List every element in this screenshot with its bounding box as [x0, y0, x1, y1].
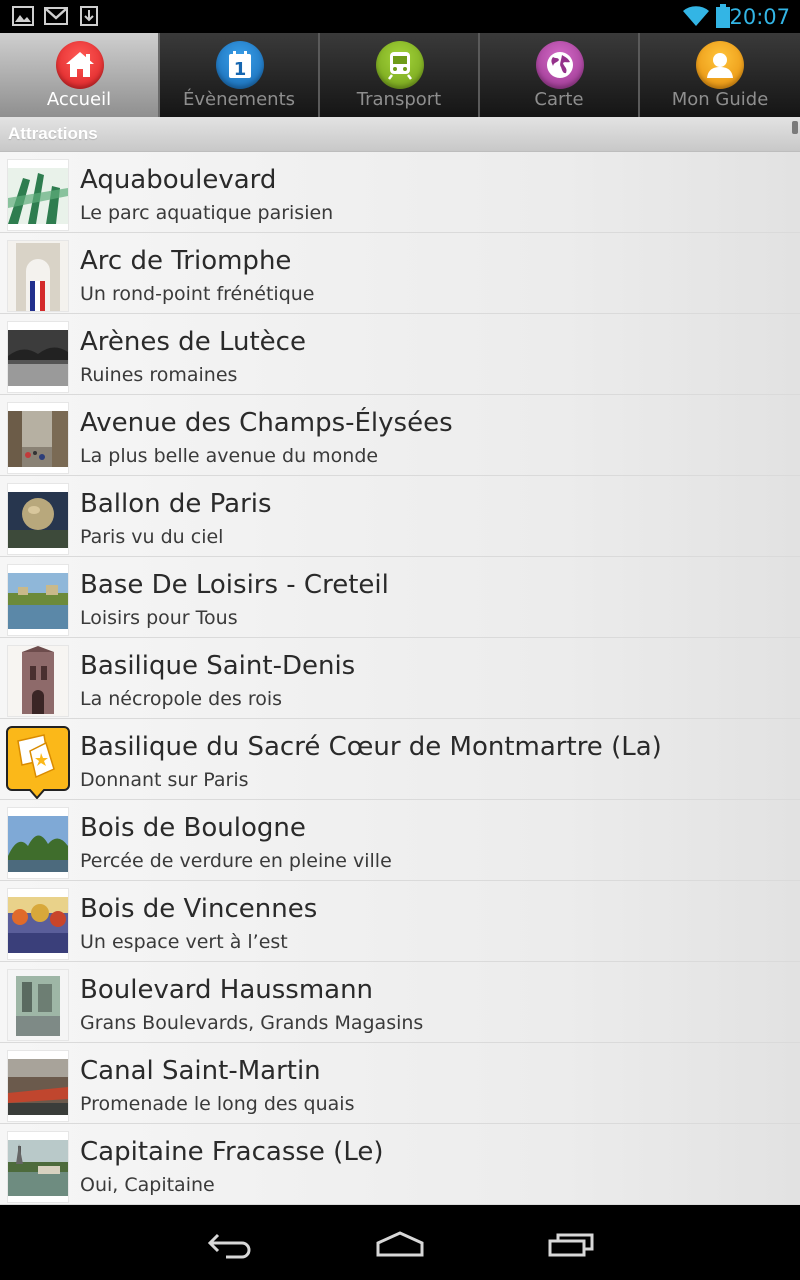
thumbnail [7, 645, 69, 717]
list-item[interactable]: Bois de Vincennes Un espace vert à l’est [0, 881, 800, 962]
gmail-icon [44, 6, 68, 31]
list-item[interactable]: Bois de Boulogne Percée de verdure en pl… [0, 800, 800, 881]
list-item[interactable]: Boulevard Haussmann Grans Boulevards, Gr… [0, 962, 800, 1043]
tab-transport[interactable]: Transport [320, 33, 480, 117]
home-icon[interactable] [375, 1231, 425, 1262]
list-item[interactable]: Canal Saint-Martin Promenade le long des… [0, 1043, 800, 1124]
clock: 20:07 [729, 5, 790, 29]
download-icon [80, 6, 98, 31]
thumbnail [7, 402, 69, 474]
svg-text:1: 1 [234, 59, 247, 80]
back-icon[interactable] [206, 1233, 254, 1264]
list-item[interactable]: Arènes de Lutèce Ruines romaines [0, 314, 800, 395]
thumbnail [7, 807, 69, 879]
calendar-icon: 1 [216, 41, 264, 89]
thumbnail [7, 321, 69, 393]
home-icon [56, 41, 104, 89]
thumbnail [7, 1131, 69, 1203]
tab-mon-guide[interactable]: Mon Guide [640, 33, 800, 117]
status-bar: 20:07 [0, 0, 800, 33]
section-title: Attractions [8, 124, 98, 143]
list-item[interactable]: Arc de Triomphe Un rond-point frénétique [0, 233, 800, 314]
thumbnail [7, 1050, 69, 1122]
placeholder-badge-icon [6, 726, 70, 799]
list-item[interactable]: Basilique du Sacré Cœur de Montmartre (L… [0, 719, 800, 800]
tab-carte[interactable]: Carte [480, 33, 640, 117]
tab-accueil[interactable]: Accueil [0, 33, 160, 117]
tab-evenements[interactable]: 1 Évènements [160, 33, 320, 117]
user-icon [696, 41, 744, 89]
globe-icon [536, 41, 584, 89]
section-header: Attractions [0, 117, 800, 152]
list-item[interactable]: Base De Loisirs - Creteil Loisirs pour T… [0, 557, 800, 638]
thumbnail [7, 240, 69, 312]
list-item[interactable]: Basilique Saint-Denis La nécropole des r… [0, 638, 800, 719]
thumbnail [7, 888, 69, 960]
list-item[interactable]: Avenue des Champs-Élysées La plus belle … [0, 395, 800, 476]
tab-bar: Accueil 1 Évènements Transport Carte Mon… [0, 33, 800, 117]
attractions-list: Aquaboulevard Le parc aquatique parisien… [0, 152, 800, 1205]
recent-apps-icon[interactable] [548, 1231, 596, 1262]
thumbnail [7, 564, 69, 636]
battery-icon [716, 4, 730, 33]
train-icon [376, 41, 424, 89]
gallery-icon [12, 6, 34, 31]
list-item[interactable]: Ballon de Paris Paris vu du ciel [0, 476, 800, 557]
navigation-bar [0, 1205, 800, 1280]
list-item[interactable]: Aquaboulevard Le parc aquatique parisien [0, 152, 800, 233]
thumbnail [7, 159, 69, 231]
wifi-icon [682, 5, 710, 32]
thumbnail [7, 483, 69, 555]
thumbnail [7, 969, 69, 1041]
scrollbar[interactable] [792, 121, 798, 134]
list-item[interactable]: Capitaine Fracasse (Le) Oui, Capitaine [0, 1124, 800, 1205]
